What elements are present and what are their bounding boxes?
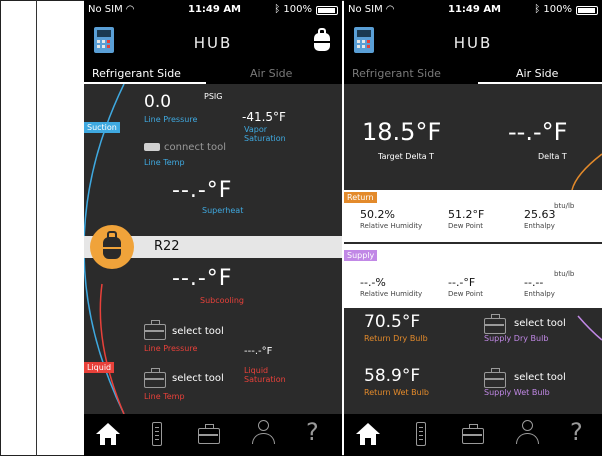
phone-air-side: No SIM ◠ 11:49 AM ᛒ 100% HUB Refrigerant … bbox=[344, 0, 602, 456]
battery-icon bbox=[576, 6, 598, 15]
toolbox-icon[interactable] bbox=[144, 320, 166, 340]
supply-dew-label: Dew Point bbox=[448, 290, 484, 298]
liquid-saturation-value: ---.-°F bbox=[244, 346, 273, 357]
return-wet-bulb-value: 58.9°F bbox=[364, 366, 421, 386]
return-enthalpy-unit: btu/lb bbox=[554, 202, 575, 210]
bottom-nav: ? bbox=[84, 414, 342, 456]
refrigerant-content: Suction 0.0 PSIG Line Pressure -41.5°F V… bbox=[84, 84, 342, 414]
status-bar: No SIM ◠ 11:49 AM ᛒ 100% bbox=[344, 0, 602, 20]
carrier-label: No SIM ◠ bbox=[88, 4, 135, 15]
wifi-icon: ◠ bbox=[125, 4, 135, 15]
return-wet-bulb-label: Return Wet Bulb bbox=[364, 388, 429, 397]
select-tool-button-supply-dry[interactable]: select tool bbox=[514, 318, 566, 329]
return-band: Return 50.2% Relative Humidity 51.2°F De… bbox=[344, 190, 602, 242]
supply-dew-value: --.-°F bbox=[448, 276, 476, 289]
toolbox-icon[interactable] bbox=[484, 314, 506, 334]
supply-enthalpy-value: --.-- bbox=[524, 276, 544, 289]
app-title: HUB bbox=[453, 34, 493, 52]
target-delta-value: 18.5°F bbox=[362, 118, 442, 146]
frame-divider bbox=[36, 0, 37, 456]
app-header: HUB bbox=[344, 20, 602, 64]
probe-icon bbox=[144, 143, 160, 151]
subcooling-label: Subcooling bbox=[200, 296, 245, 305]
refrigerant-tank-button[interactable] bbox=[90, 225, 134, 269]
delta-label: Delta T bbox=[538, 152, 567, 161]
home-icon[interactable] bbox=[96, 423, 120, 445]
app-header: HUB bbox=[84, 20, 342, 64]
supply-wet-bulb-label: Supply Wet Bulb bbox=[484, 388, 550, 397]
select-tool-button-pressure[interactable]: select tool bbox=[172, 326, 224, 337]
return-rh-value: 50.2% bbox=[360, 208, 395, 221]
return-tag: Return bbox=[344, 192, 377, 203]
battery-percent: ᛒ 100% bbox=[274, 4, 312, 15]
bottom-nav: ? bbox=[344, 414, 602, 456]
profile-icon[interactable] bbox=[516, 420, 540, 446]
liquid-line-temp-label: Line Temp bbox=[144, 392, 185, 401]
connect-tool-button[interactable]: connect tool bbox=[144, 142, 226, 153]
return-dry-bulb-value: 70.5°F bbox=[364, 312, 421, 332]
line-pressure-unit: PSIG bbox=[204, 92, 223, 101]
supply-enthalpy-unit: btu/lb bbox=[554, 270, 575, 278]
tab-air-side[interactable]: Air Side bbox=[250, 67, 292, 80]
target-delta-label: Target Delta T bbox=[378, 152, 435, 161]
side-tabs: Refrigerant Side Air Side bbox=[344, 64, 602, 84]
phone-refrigerant-side: No SIM ◠ 11:49 AM ᛒ 100% HUB Refrigerant … bbox=[84, 0, 342, 456]
vapor-saturation-label: Vapor Saturation bbox=[244, 125, 286, 143]
bluetooth-icon: ᛒ bbox=[534, 4, 541, 15]
meter-icon[interactable] bbox=[152, 422, 162, 446]
side-tabs: Refrigerant Side Air Side bbox=[84, 64, 342, 84]
refrigerant-name: R22 bbox=[154, 239, 180, 254]
select-tool-button-supply-wet[interactable]: select tool bbox=[514, 372, 566, 383]
air-content: 18.5°F Target Delta T --.-°F Delta T Ret… bbox=[344, 84, 602, 414]
return-rh-label: Relative Humidity bbox=[360, 222, 423, 230]
toolbox-nav-icon[interactable] bbox=[462, 424, 484, 444]
supply-rh-value: --.-% bbox=[360, 276, 386, 289]
liquid-saturation-label: Liquid Saturation bbox=[244, 366, 286, 384]
tab-air-side[interactable]: Air Side bbox=[516, 67, 558, 80]
status-bar: No SIM ◠ 11:49 AM ᛒ 100% bbox=[84, 0, 342, 20]
battery-percent: ᛒ 100% bbox=[534, 4, 572, 15]
supply-enthalpy-label: Enthalpy bbox=[524, 290, 555, 298]
toolbox-nav-icon[interactable] bbox=[198, 424, 220, 444]
battery-icon bbox=[316, 6, 338, 15]
supply-rh-label: Relative Humidity bbox=[360, 290, 423, 298]
line-pressure-value: 0.0 bbox=[144, 92, 172, 112]
tab-refrigerant-side[interactable]: Refrigerant Side bbox=[92, 67, 181, 80]
carrier-label: No SIM ◠ bbox=[348, 4, 395, 15]
supply-band: Supply --.-% Relative Humidity --.-°F De… bbox=[344, 244, 602, 308]
liquid-tag: Liquid bbox=[84, 362, 115, 373]
help-icon[interactable]: ? bbox=[570, 418, 583, 446]
clock: 11:49 AM bbox=[188, 4, 242, 15]
line-pressure-label: Line Pressure bbox=[144, 115, 198, 124]
tab-refrigerant-side[interactable]: Refrigerant Side bbox=[352, 67, 441, 80]
meter-icon[interactable] bbox=[416, 422, 426, 446]
refrigerant-tank-icon[interactable] bbox=[314, 26, 330, 52]
vapor-saturation-value: -41.5°F bbox=[242, 110, 286, 124]
return-enthalpy-value: 25.63 bbox=[524, 208, 556, 221]
supply-tag: Supply bbox=[344, 250, 378, 261]
return-dew-value: 51.2°F bbox=[448, 208, 485, 221]
delta-value: --.-°F bbox=[508, 118, 568, 146]
liquid-line-pressure-label: Line Pressure bbox=[144, 344, 198, 353]
toolbox-icon[interactable] bbox=[144, 368, 166, 388]
return-dry-bulb-label: Return Dry Bulb bbox=[364, 334, 428, 343]
line-temp-label: Line Temp bbox=[144, 158, 185, 167]
bluetooth-icon: ᛒ bbox=[274, 4, 281, 15]
toolbox-icon[interactable] bbox=[484, 368, 506, 388]
return-dew-label: Dew Point bbox=[448, 222, 484, 230]
home-icon[interactable] bbox=[356, 423, 380, 445]
supply-dry-bulb-label: Supply Dry Bulb bbox=[484, 334, 549, 343]
app-title: HUB bbox=[193, 34, 233, 52]
select-tool-button-temp[interactable]: select tool bbox=[172, 373, 224, 384]
help-icon[interactable]: ? bbox=[306, 418, 319, 446]
suction-tag: Suction bbox=[84, 122, 120, 133]
superheat-label: Superheat bbox=[202, 206, 244, 215]
subcooling-value: --.-°F bbox=[172, 266, 233, 291]
superheat-value: --.-°F bbox=[172, 178, 233, 203]
clock: 11:49 AM bbox=[448, 4, 502, 15]
profile-icon[interactable] bbox=[252, 420, 276, 446]
wifi-icon: ◠ bbox=[385, 4, 395, 15]
return-enthalpy-label: Enthalpy bbox=[524, 222, 555, 230]
